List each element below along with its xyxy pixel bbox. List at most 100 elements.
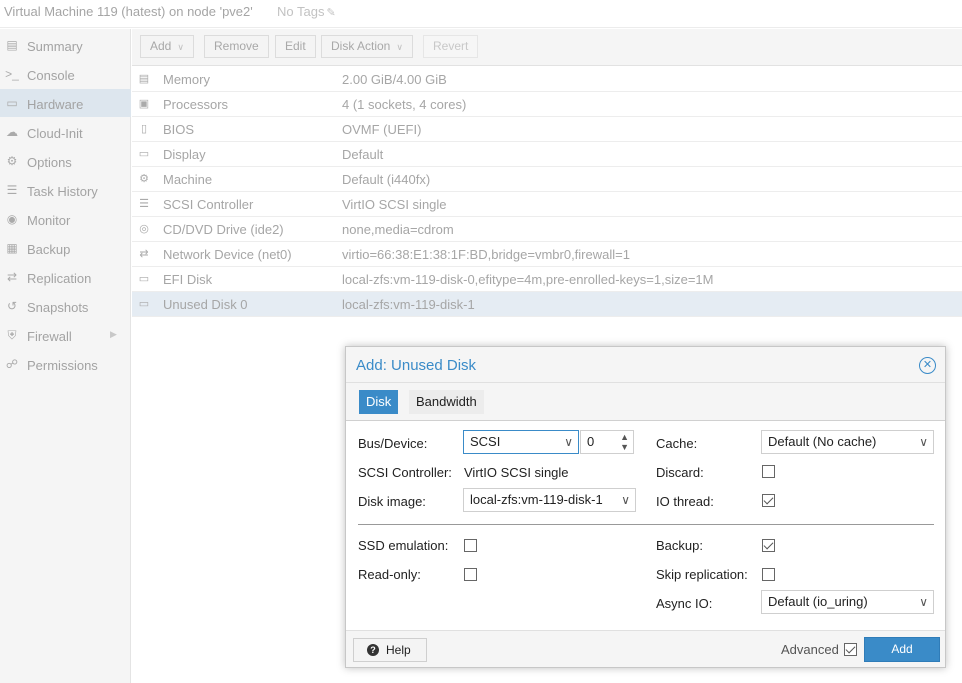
sidebar-item-snapshots[interactable]: ↺ Snapshots: [0, 292, 131, 320]
add-button[interactable]: Add ∨: [140, 35, 194, 58]
chevron-right-icon[interactable]: ▶: [110, 329, 117, 340]
gear-icon: ⚙: [6, 154, 18, 168]
hardware-row-machine[interactable]: ⚙ Machine Default (i440fx): [132, 167, 962, 192]
row-value: VirtIO SCSI single: [342, 197, 447, 212]
sidebar-item-task-history[interactable]: ☰ Task History: [0, 176, 131, 204]
tags-area[interactable]: No Tags ✎: [277, 4, 336, 19]
floppy-icon: ▦: [6, 241, 18, 255]
async-io-value: Default (io_uring): [768, 594, 868, 609]
sidebar-item-label: Console: [27, 68, 75, 83]
cache-value: Default (No cache): [768, 434, 877, 449]
hardware-row-efi-disk[interactable]: ▭ EFI Disk local-zfs:vm-119-disk-0,efity…: [132, 267, 962, 292]
hardware-row-unused-disk[interactable]: ▭ Unused Disk 0 local-zfs:vm-119-disk-1: [132, 292, 962, 317]
async-io-select[interactable]: Default (io_uring) ∨: [761, 590, 934, 614]
question-circle-icon: ?: [367, 644, 379, 656]
cache-select[interactable]: Default (No cache) ∨: [761, 430, 934, 454]
disk-image-select[interactable]: local-zfs:vm-119-disk-1 ∨: [463, 488, 636, 512]
desktop-icon: ▭: [138, 148, 150, 160]
pencil-icon[interactable]: ✎: [326, 7, 335, 19]
bus-device-label: Bus/Device:: [358, 436, 428, 451]
hardware-row-cdrom[interactable]: ◎ CD/DVD Drive (ide2) none,media=cdrom: [132, 217, 962, 242]
hardware-toolbar: Add ∨ Remove Edit Disk Action ∨ Revert: [132, 29, 962, 66]
chevron-down-icon[interactable]: ∨: [621, 489, 630, 511]
discard-checkbox[interactable]: [762, 465, 775, 478]
row-name: Display: [163, 147, 206, 162]
async-io-label: Async IO:: [656, 596, 713, 611]
row-name: EFI Disk: [163, 272, 213, 287]
hardware-row-memory[interactable]: ▤ Memory 2.00 GiB/4.00 GiB: [132, 67, 962, 92]
chevron-down-icon[interactable]: ∨: [564, 431, 573, 453]
dialog-header: Add: Unused Disk ✕: [346, 347, 945, 383]
cache-label: Cache:: [656, 436, 698, 451]
add-button-label: Add: [150, 39, 172, 53]
sidebar-item-options[interactable]: ⚙ Options: [0, 147, 131, 175]
microchip-icon: ▯: [140, 123, 148, 135]
hardware-row-scsi-controller[interactable]: ☰ SCSI Controller VirtIO SCSI single: [132, 192, 962, 217]
bus-select-value: SCSI: [470, 434, 501, 449]
tab-disk[interactable]: Disk: [359, 390, 399, 414]
skip-replication-label: Skip replication:: [656, 567, 748, 582]
hardware-row-display[interactable]: ▭ Display Default: [132, 142, 962, 167]
read-only-label: Read-only:: [358, 567, 421, 582]
hardware-row-bios[interactable]: ▯ BIOS OVMF (UEFI): [132, 117, 962, 142]
sidebar-item-monitor[interactable]: ◉ Monitor: [0, 205, 131, 233]
list-icon: ☰: [6, 183, 18, 197]
chevron-down-icon[interactable]: ∨: [919, 591, 928, 613]
chevron-down-icon[interactable]: ∨: [919, 431, 928, 453]
add-confirm-label: Add: [891, 642, 913, 656]
disk-action-button-label: Disk Action: [331, 39, 391, 53]
discard-label: Discard:: [656, 465, 704, 480]
row-name: Processors: [163, 97, 229, 112]
sidebar-item-label: Monitor: [27, 213, 71, 228]
ssd-emulation-checkbox[interactable]: [464, 539, 477, 552]
hardware-row-network[interactable]: ⇄ Network Device (net0) virtio=66:38:E1:…: [132, 242, 962, 267]
row-value: Default: [342, 147, 384, 162]
row-value: 2.00 GiB/4.00 GiB: [342, 72, 447, 87]
sidebar-item-cloud-init[interactable]: ☁ Cloud-Init: [0, 118, 131, 146]
device-number-value: 0: [587, 434, 595, 449]
shield-icon: ⛨: [7, 328, 17, 342]
add-confirm-button[interactable]: Add: [864, 637, 940, 662]
sidebar-item-backup[interactable]: ▦ Backup: [0, 234, 131, 262]
cdrom-icon: ◎: [139, 223, 149, 235]
hardware-row-processors[interactable]: ▣ Processors 4 (1 sockets, 4 cores): [132, 92, 962, 117]
edit-button-label: Edit: [285, 39, 306, 53]
spinner-arrows-icon[interactable]: ▲ ▼: [620, 431, 629, 452]
remove-button-label: Remove: [214, 39, 259, 53]
history-icon: ↺: [6, 299, 18, 313]
row-value: local-zfs:vm-119-disk-1: [342, 297, 475, 312]
revert-button[interactable]: Revert: [423, 35, 479, 58]
database-icon: ☰: [139, 198, 149, 210]
sidebar-item-console[interactable]: >_ Console: [0, 60, 131, 88]
io-thread-checkbox[interactable]: [762, 494, 775, 507]
disk-action-button[interactable]: Disk Action ∨: [321, 35, 413, 58]
revert-button-label: Revert: [433, 39, 469, 53]
hdd-icon: ▭: [138, 298, 150, 310]
sidebar-item-hardware[interactable]: ▭ Hardware: [0, 89, 131, 117]
sidebar-item-firewall[interactable]: ⛨ Firewall ▶: [0, 321, 131, 349]
sidebar-item-summary[interactable]: ▤ Summary: [0, 31, 131, 59]
cloud-icon: ☁: [6, 125, 18, 139]
cpu-icon: ▣: [138, 98, 150, 110]
remove-button[interactable]: Remove: [204, 35, 269, 58]
row-value: OVMF (UEFI): [342, 122, 422, 137]
unlock-icon: ☍: [5, 357, 19, 371]
tab-bandwidth[interactable]: Bandwidth: [409, 390, 484, 414]
dialog-tabbar: Disk Bandwidth: [346, 383, 945, 421]
edit-button[interactable]: Edit: [275, 35, 316, 58]
sidebar-item-label: Snapshots: [27, 300, 89, 315]
sidebar-item-replication[interactable]: ⇄ Replication: [0, 263, 131, 291]
bus-select[interactable]: SCSI ∨: [463, 430, 579, 454]
skip-replication-checkbox[interactable]: [762, 568, 775, 581]
memory-icon: ▤: [138, 73, 150, 85]
row-name: Unused Disk 0: [163, 297, 248, 312]
help-button[interactable]: ? Help: [353, 638, 427, 662]
sidebar-item-permissions[interactable]: ☍ Permissions: [0, 350, 131, 378]
backup-checkbox[interactable]: [762, 539, 775, 552]
read-only-checkbox[interactable]: [464, 568, 477, 581]
advanced-checkbox[interactable]: [844, 643, 857, 656]
book-icon: ▤: [6, 38, 18, 52]
close-icon[interactable]: ✕: [919, 357, 936, 374]
device-number-spinner[interactable]: 0 ▲ ▼: [580, 430, 634, 454]
row-value: Default (i440fx): [342, 172, 431, 187]
